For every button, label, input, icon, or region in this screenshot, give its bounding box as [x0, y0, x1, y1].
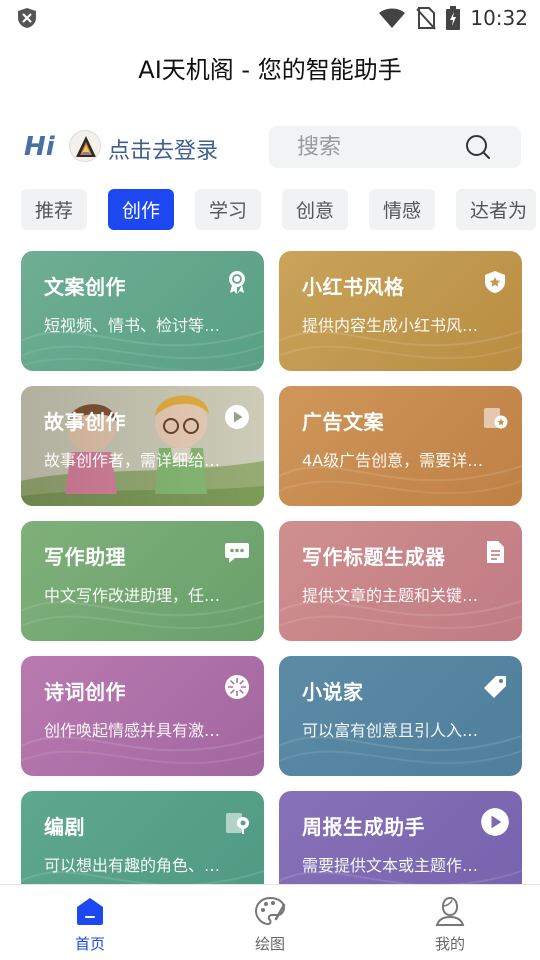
palette-icon: [254, 896, 286, 926]
home-icon: [77, 898, 103, 925]
category-tabs: 推荐 创作 学习 创意 情感 达者为: [21, 189, 540, 230]
card-desc: 提供文章的主题和关键…: [302, 586, 479, 605]
ad-card-icon: [484, 408, 508, 429]
tab-recommend[interactable]: 推荐: [21, 189, 87, 230]
tab-study[interactable]: 学习: [195, 189, 261, 230]
card-desc: 故事创作者，需详细给…: [44, 451, 221, 470]
chat-icon: [225, 543, 249, 563]
card-title: 小红书风格: [302, 275, 405, 299]
nav-draw[interactable]: 绘图: [210, 895, 330, 957]
user-icon: [435, 896, 465, 926]
bottom-nav: 首页 绘图 我的: [0, 884, 540, 960]
badge-icon: [229, 271, 245, 294]
document-icon: [487, 541, 504, 563]
card-desc: 可以富有创意且引人入…: [302, 721, 479, 740]
status-icons: 10:32: [378, 6, 528, 30]
status-time: 10:32: [470, 6, 528, 30]
card-title: 编剧: [44, 815, 85, 839]
tab-expert[interactable]: 达者为: [456, 189, 536, 230]
shield-star-icon: [485, 271, 505, 293]
card-desc: 需要提供文本或主题作…: [302, 856, 479, 875]
card-title-generator[interactable]: 写作标题生成器 提供文章的主题和关键…: [279, 521, 522, 641]
login-link[interactable]: 点击去登录: [108, 133, 218, 165]
nav-profile[interactable]: 我的: [390, 895, 510, 957]
search-icon[interactable]: [465, 134, 491, 160]
card-title: 文案创作: [44, 275, 126, 299]
card-title: 诗词创作: [44, 680, 126, 704]
card-poetry[interactable]: 诗词创作 创作唤起情感并具有激…: [21, 656, 264, 776]
card-title: 写作助理: [44, 545, 126, 569]
avatar-logo-icon: [71, 132, 100, 161]
tag-icon: [484, 676, 506, 698]
avatar[interactable]: [69, 130, 101, 162]
card-desc: 可以想出有趣的角色、…: [44, 856, 221, 875]
card-desc: 提供内容生成小红书风…: [302, 316, 479, 335]
nav-label: 首页: [74, 935, 105, 953]
card-novelist[interactable]: 小说家 可以富有创意且引人入…: [279, 656, 522, 776]
card-story[interactable]: 故事创作 故事创作者，需详细给…: [21, 386, 264, 506]
battery-charging-icon: [446, 6, 461, 30]
card-title: 周报生成助手: [302, 815, 425, 839]
play-icon: [225, 405, 249, 429]
tab-create[interactable]: 创作: [108, 189, 174, 230]
card-desc: 创作唤起情感并具有激…: [44, 721, 221, 740]
nav-label: 我的: [434, 935, 465, 953]
tab-idea[interactable]: 创意: [282, 189, 348, 230]
card-copywriting[interactable]: 文案创作 短视频、情书、检讨等…: [21, 251, 264, 371]
script-icon: [226, 813, 249, 834]
no-sim-icon: [416, 7, 437, 30]
nav-home[interactable]: 首页: [30, 895, 150, 957]
card-desc: 4A级广告创意，需要详…: [302, 451, 484, 470]
card-desc: 短视频、情书、检讨等…: [44, 316, 221, 335]
card-xiaohongshu[interactable]: 小红书风格 提供内容生成小红书风…: [279, 251, 522, 371]
shield-x-icon: [18, 8, 36, 28]
wifi-icon: [379, 8, 406, 28]
compass-icon: [225, 675, 249, 699]
card-writing-assistant[interactable]: 写作助理 中文写作改进助理，任…: [21, 521, 264, 641]
tab-emotion[interactable]: 情感: [369, 189, 435, 230]
search-input[interactable]: [297, 133, 457, 161]
hi-logo: Hi: [24, 132, 55, 162]
card-title: 写作标题生成器: [302, 545, 446, 569]
play-icon: [481, 808, 509, 836]
app-title: AI天机阁 - 您的智能助手: [138, 56, 402, 84]
status-bar: 10:32: [0, 0, 540, 36]
card-ad-copy[interactable]: 广告文案 4A级广告创意，需要详…: [279, 386, 522, 506]
card-title: 广告文案: [302, 410, 384, 434]
search-box[interactable]: [269, 126, 521, 168]
card-title: 故事创作: [44, 410, 126, 434]
nav-label: 绘图: [254, 935, 285, 953]
card-desc: 中文写作改进助理，任…: [44, 586, 221, 605]
card-title: 小说家: [302, 680, 364, 704]
